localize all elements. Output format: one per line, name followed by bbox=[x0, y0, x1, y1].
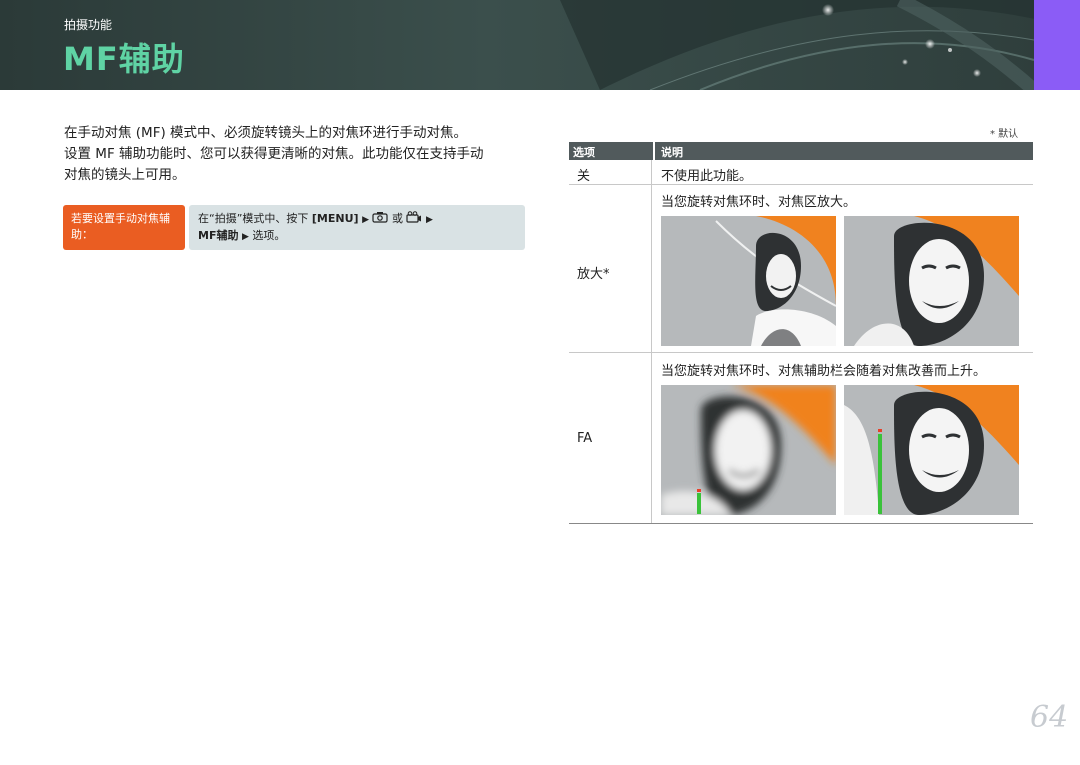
arrow-right-icon: ▶ bbox=[425, 215, 433, 225]
col-description: 说明 bbox=[661, 146, 683, 159]
header-banner: 拍摄功能 MF辅助 bbox=[0, 0, 1080, 90]
howto-steps: 在“拍摄”模式中、按下 [MENU] ▶ 或 ▶ MF辅助 ▶ 选项。 bbox=[189, 205, 525, 250]
description-off: 不使用此功能。 bbox=[661, 169, 753, 184]
table-bottom-rule bbox=[569, 523, 1033, 524]
chapter-tab[interactable] bbox=[1034, 0, 1080, 90]
intro-line: 对焦的镜头上可用。 bbox=[64, 167, 186, 183]
arrow-right-icon: ▶ bbox=[241, 232, 249, 242]
focus-bar-high bbox=[878, 434, 882, 514]
header-separator bbox=[653, 142, 655, 160]
fa-before-image bbox=[661, 385, 836, 515]
focus-bar-low bbox=[697, 493, 701, 514]
intro-line: 设置 MF 辅助功能时、您可以获得更清晰的对焦。此功能仅在支持手动 bbox=[64, 146, 484, 162]
description-magnify: 当您旋转对焦环时、对焦区放大。 bbox=[661, 195, 857, 210]
howto-box: 若要设置手动对焦辅助： 在“拍摄”模式中、按下 [MENU] ▶ 或 ▶ MF辅… bbox=[63, 205, 525, 250]
section-label: 拍摄功能 bbox=[64, 18, 113, 32]
row-divider bbox=[569, 352, 1033, 353]
focus-bar-peak-high bbox=[878, 429, 882, 432]
default-note: * 默认 bbox=[990, 129, 1019, 140]
howto-prefix: 在“拍摄”模式中、按下 bbox=[198, 212, 309, 225]
col-option: 选项 bbox=[573, 146, 595, 159]
video-camera-icon bbox=[406, 211, 422, 223]
page-title: MF辅助 bbox=[63, 40, 185, 78]
option-name: MF辅助 bbox=[198, 229, 239, 242]
camera-icon bbox=[372, 212, 389, 223]
intro-line: 在手动对焦 (MF) 模式中、必须旋转镜头上的对焦环进行手动对焦。 bbox=[64, 125, 468, 141]
option-magnify: 放大* bbox=[577, 267, 610, 282]
howto-label: 若要设置手动对焦辅助： bbox=[63, 205, 185, 250]
or-text: 或 bbox=[391, 212, 403, 225]
table-header: 选项 说明 bbox=[569, 142, 1033, 160]
arrow-right-icon: ▶ bbox=[362, 215, 369, 225]
option-off: 关 bbox=[577, 169, 591, 184]
magnify-before-image bbox=[661, 216, 836, 346]
howto-suffix: 选项。 bbox=[252, 229, 286, 242]
focus-bar-peak-low bbox=[697, 489, 701, 492]
column-divider bbox=[651, 160, 652, 524]
row-divider bbox=[569, 184, 1033, 185]
option-fa: FA bbox=[577, 431, 593, 446]
magnify-after-image bbox=[844, 216, 1019, 346]
fa-after-image bbox=[844, 385, 1019, 515]
page-number: 64 bbox=[1030, 700, 1069, 735]
intro-text: 在手动对焦 (MF) 模式中、必须旋转镜头上的对焦环进行手动对焦。 设置 MF … bbox=[64, 123, 534, 186]
menu-key: [MENU] bbox=[311, 212, 359, 225]
description-fa: 当您旋转对焦环时、对焦辅助栏会随着对焦改善而上升。 bbox=[661, 364, 987, 379]
